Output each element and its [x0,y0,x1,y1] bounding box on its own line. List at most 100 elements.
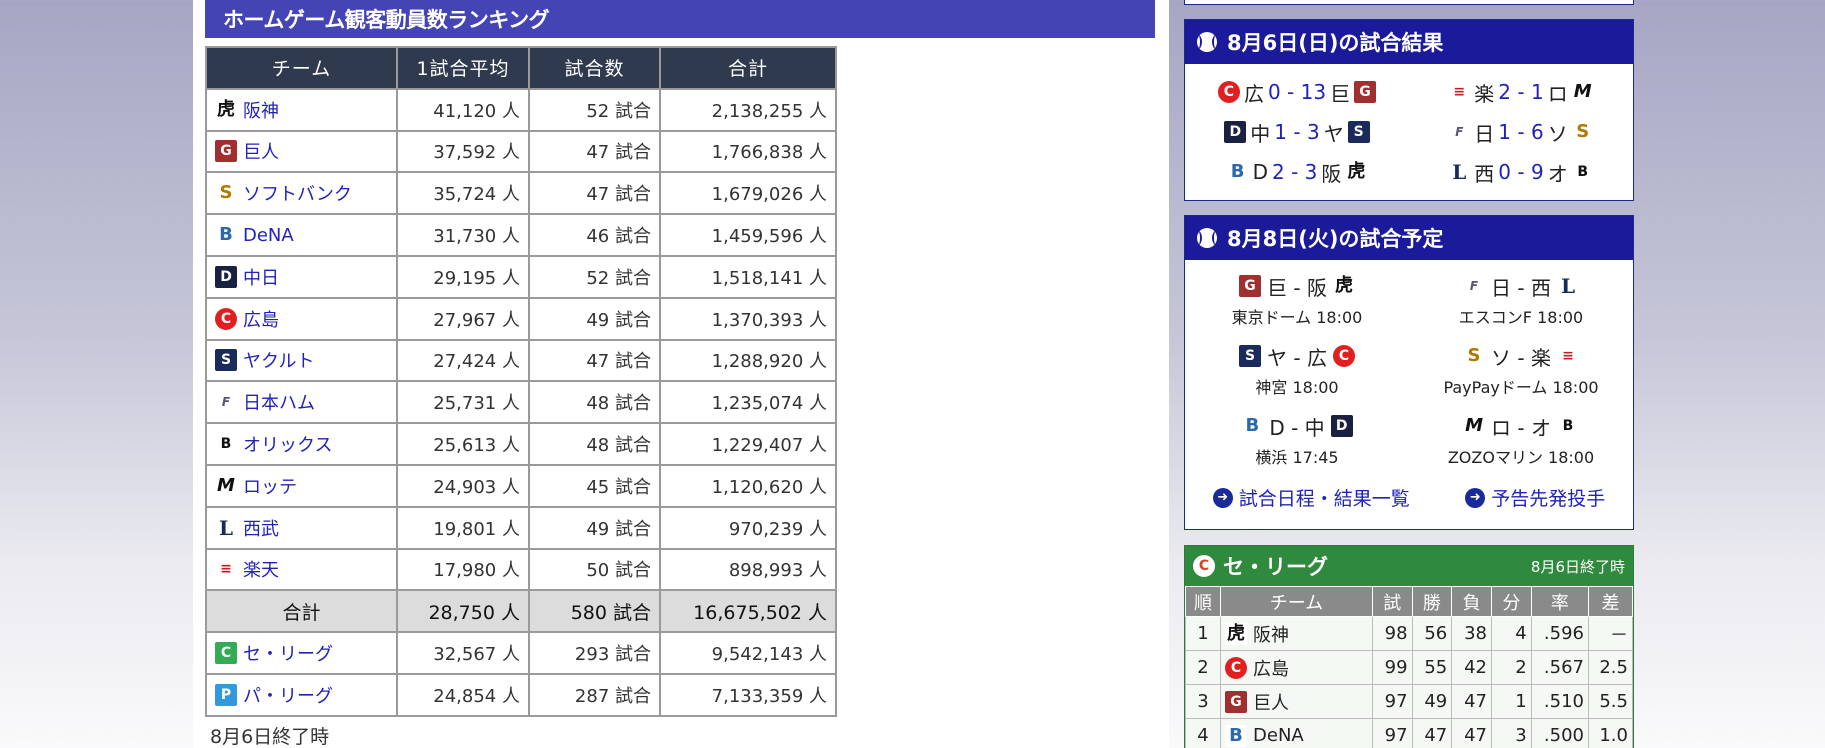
team-link[interactable]: ロッテ [243,473,297,499]
eagles-icon: ≡ [215,558,237,581]
avg-cell: 24,903 人 [396,463,530,508]
team-cell: S ソフトバンク [205,171,398,216]
schedule-box: 8月8日(火)の試合予定 G巨 - 阪虎東京ドーム 18:00 F 日 - 西 L エス… [1184,215,1634,530]
swallows-icon: S [1239,345,1262,367]
team-cell: 虎阪神 [205,87,398,132]
attendance-table: チーム 1試合平均 試合数 合計 虎阪神 41,120 人 52 試合 2,138,2… [205,46,837,717]
lions-icon: L [215,516,237,539]
standings-col: 勝 [1411,586,1453,617]
table-row: 4 B DeNA 97 47 47 3.500 1.0 [1184,718,1634,748]
stat-d: 2 [1490,650,1532,685]
team-cell: ≡ 楽天 [205,547,398,592]
arrow-right-icon: ➜ [1212,487,1233,508]
stat-g: 99 [1371,650,1413,685]
total-avg: 28,750 人 [396,589,530,634]
team-link[interactable]: オリックス [243,431,332,457]
table-row: M ロッテ 24,903 人 45 試合 1,120,620 人 [205,463,837,508]
team-link[interactable]: 阪神 [243,97,279,123]
stat-w: 47 [1411,718,1453,748]
standings-col: 分 [1490,586,1532,617]
stat-gb: 2.5 [1587,650,1634,685]
total-cell: 1,288,920 人 [659,338,837,383]
rank-cell: 3 [1184,684,1222,719]
game-result[interactable]: L西0 - 9オB [1409,156,1633,188]
total-cell: 970,239 人 [659,505,837,550]
scheduled-game: BD - 中 D 横浜 17:45 [1185,410,1409,468]
scheduled-game: G巨 - 阪虎東京ドーム 18:00 [1185,270,1409,328]
game-score: 0 - 13 [1267,80,1327,104]
tigers-icon: 虎 [1225,622,1248,645]
standings-table: 順チーム試勝負分率差 1 虎阪神 98 56 38 4.596 － 2 C 広島 99 55 42 2.5… [1184,586,1634,748]
game-result[interactable]: D中1 - 3ヤS [1185,116,1409,148]
fighters-icon: F [1448,121,1471,143]
team-link[interactable]: 楽天 [243,556,279,582]
team-link[interactable]: パ・リーグ [243,682,333,708]
team-link[interactable]: 西武 [243,515,279,541]
team-link[interactable]: 中日 [243,264,279,290]
schedule-list: G巨 - 阪虎東京ドーム 18:00 F 日 - 西 L エスコンF 18:00 S ヤ -… [1185,260,1633,480]
ranking-footnote: 8月6日終了時 [210,726,330,748]
rank-cell: 1 [1184,616,1222,651]
dragons-icon: D [215,265,237,288]
game-result[interactable]: BD2 - 3阪虎 [1185,156,1409,188]
central-league-icon: C [215,642,237,665]
game-result[interactable]: F日1 - 6ソS [1409,116,1633,148]
home-team: 広 [1243,81,1264,106]
giants-icon: G [215,140,237,163]
total-games: 580 試合 [528,589,661,634]
team-link[interactable]: 巨人 [243,138,279,164]
away-team: ソ [1547,121,1568,146]
stat-gb: 5.5 [1587,684,1634,719]
total-row: 合計 28,750 人 580 試合 16,675,502 人 [205,589,837,634]
central-league-icon: C [1193,555,1215,577]
team-link[interactable]: ヤクルト [243,347,314,373]
stat-d: 4 [1490,616,1532,651]
games-cell: 293 試合 [528,631,661,675]
probable-pitchers-link[interactable]: ➜ 予告先発投手 [1465,484,1605,511]
game-result[interactable]: ≡ 楽 2 - 1ロM [1409,76,1633,108]
home-team: 楽 [1474,81,1495,106]
avg-cell: 17,980 人 [396,547,530,592]
giants-icon: G [1354,81,1377,103]
team-cell: G 巨人 [1220,684,1373,719]
swallows-icon: S [1347,121,1370,143]
stat-gb: 1.0 [1587,718,1634,748]
avg-cell: 19,801 人 [396,505,530,550]
matchup-text: D - 中 [1269,415,1325,440]
matchup: Sソ - 楽 ≡ [1409,340,1633,372]
schedule-header: 8月8日(火)の試合予定 [1185,216,1633,260]
fighters-icon: F [1463,275,1486,297]
team-cell: M ロッテ [205,463,398,508]
scheduled-game: F日 - 西 L エスコンF 18:00 [1409,270,1633,328]
team-name: 巨人 [1253,692,1290,714]
marines-icon: M [1571,81,1594,103]
team-cell: P パ・リーグ [205,672,398,717]
matchup-text: ヤ - 広 [1267,345,1327,370]
standings-col: 試 [1371,586,1413,617]
home-team: 中 [1250,121,1271,146]
buffaloes-icon: B [1571,161,1594,183]
team-link[interactable]: 広島 [243,306,279,332]
hawks-icon: S [1571,121,1594,143]
schedule-title: 8月8日(火)の試合予定 [1227,227,1444,251]
games-cell: 45 試合 [528,463,661,508]
team-link[interactable]: セ・リーグ [243,640,333,666]
team-link[interactable]: DeNA [243,225,294,246]
hawks-icon: S [215,182,237,205]
schedule-results-link[interactable]: ➜ 試合日程・結果一覧 [1212,484,1410,511]
table-row: F 日本ハム 25,731 人 48 試合 1,235,074 人 [205,380,837,425]
games-cell: 49 試合 [528,505,661,550]
team-link[interactable]: 日本ハム [243,389,315,415]
carp-icon: C [1332,345,1355,367]
dragons-icon: D [1330,415,1353,437]
stat-l: 47 [1451,684,1492,719]
game-result[interactable]: C広0 - 13 巨 G [1185,76,1409,108]
avg-cell: 41,120 人 [396,87,530,132]
schedule-links: ➜ 試合日程・結果一覧 ➜ 予告先発投手 [1185,480,1633,521]
venue-time: エスコンF 18:00 [1458,308,1584,327]
games-cell: 52 試合 [528,254,661,299]
stat-g: 97 [1371,684,1413,719]
baseball-icon [1197,228,1217,248]
team-link[interactable]: ソフトバンク [243,180,352,206]
standings-col: 率 [1530,586,1589,617]
